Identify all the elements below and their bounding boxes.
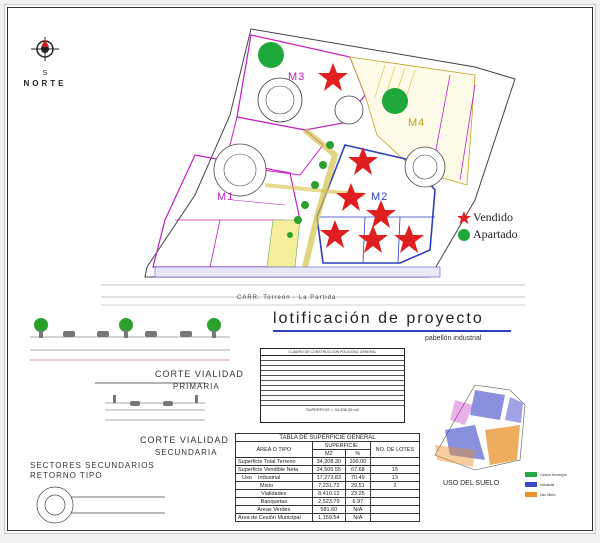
corte-secundaria-sublabel: SECUNDARIA	[155, 448, 218, 457]
col-lotes: NO. DE LOTES	[369, 441, 421, 458]
table-row: Uso Industrial 17,273.83 70.49 13	[235, 473, 421, 482]
table-row: Área de Cesión Municipal 1,159.54 N/A	[235, 513, 421, 522]
legend-apartado: Apartado	[457, 227, 518, 242]
uso-suelo-label: USO DEL SUELO	[443, 480, 500, 487]
table-row: Mixto 7,231.72 29.51 2	[235, 481, 421, 490]
uso-legend-item: Uso Mixto	[525, 492, 556, 497]
polygon-table-caption: CUADRO DE CONSTRUCCION POLIGONO GENERAL	[261, 349, 404, 356]
uso-suelo-map	[434, 384, 526, 471]
legend-vendido-label: Vendido	[473, 210, 513, 224]
green-dot-icon	[458, 228, 470, 241]
road-name: CARR. Torreón - La Partida	[237, 295, 337, 301]
block-m4-label: M4	[408, 117, 426, 129]
block-m1-label: M1	[217, 191, 235, 203]
tree-icons	[34, 318, 221, 332]
page-subtitle: pabellón industrial	[425, 335, 482, 342]
plan-sheet: { "north": { "small_label": "S", "label"…	[4, 4, 596, 534]
page-title: lotificación de proyecto	[273, 310, 484, 327]
star-icon	[457, 210, 471, 224]
sectores-label: SECTORES SECUNDARIOS	[30, 461, 155, 470]
title-block: lotificación de proyecto	[273, 310, 513, 332]
col-superficie: SUPERFICIE	[311, 441, 371, 450]
corte-primaria-drawing	[30, 336, 230, 361]
block-m2-label: M2	[371, 191, 389, 203]
superficie-table-title: TABLA DE SUPERFICIE GENERAL	[235, 433, 420, 442]
corte-secundaria-drawing	[105, 402, 205, 421]
legend-apartado-label: Apartado	[473, 227, 518, 241]
retorno-tipo-drawing	[36, 486, 165, 524]
col-m2: M2	[311, 449, 347, 458]
corte-primaria-sublabel: PRIMARIA	[173, 382, 220, 391]
polygon-table: CUADRO DE CONSTRUCCION POLIGONO GENERAL …	[260, 348, 405, 423]
uso-label: Uso	[242, 474, 252, 481]
corte-primaria-label: CORTE VIALIDAD	[155, 369, 244, 379]
col-pct: %	[345, 449, 371, 458]
corte-secundaria-label: CORTE VIALIDAD	[140, 435, 229, 445]
table-row: Áreas Verdes 581.60 N/A	[235, 505, 421, 514]
apartado-marker	[382, 88, 408, 114]
apartado-marker	[258, 42, 284, 68]
polygon-table-superficie: SUPERFICIE = 34,208.30 m2	[305, 407, 360, 412]
legend-vendido: Vendido	[457, 210, 513, 225]
table-row: Superficie Total Terreno 34,208.30 100.0…	[235, 457, 421, 466]
uso-legend-item: Industrial	[525, 482, 554, 487]
table-row: Superficie Vendible Neta 24,505.55 67.68…	[235, 465, 421, 474]
table-row: Banquetas 2,523.79 6.97	[235, 497, 421, 506]
block-m3-label: M3	[288, 71, 306, 83]
uso-legend-item: Cesion Municipal	[525, 472, 567, 477]
retorno-label: RETORNO TIPO	[30, 471, 103, 480]
superficie-table: TABLA DE SUPERFICIE GENERAL ÁREA O TIPO …	[235, 433, 421, 522]
title-underline	[273, 330, 511, 332]
table-row: Vialidades 8,410.12 23.25	[235, 489, 421, 498]
col-area: ÁREA O TIPO	[235, 441, 313, 458]
